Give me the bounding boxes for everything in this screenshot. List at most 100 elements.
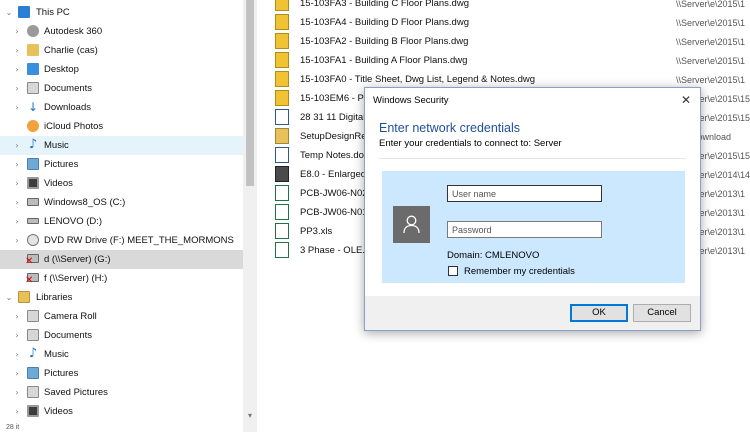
user-folder-icon [27, 44, 39, 56]
ok-button[interactable]: OK [570, 304, 628, 322]
nav-item-label: Videos [44, 178, 73, 189]
status-bar-item-count: 28 it [6, 424, 20, 431]
nav-item-charlie[interactable]: › Charlie (cas) [0, 41, 243, 60]
nav-item-pictures-library[interactable]: › Pictures [0, 364, 243, 383]
chevron-right-icon[interactable]: › [12, 178, 22, 188]
file-row[interactable]: 15-103FA1 - Building A Floor Plans.dwg \… [272, 51, 750, 70]
nav-item-music-library[interactable]: › ♪ Music [0, 345, 243, 364]
videos-folder-icon [27, 177, 39, 189]
file-name: PCB-JW06-N02. [300, 188, 371, 199]
desktop-folder-icon [27, 63, 39, 75]
user-avatar-icon [393, 206, 430, 243]
domain-label: Domain: CMLENOVO [447, 250, 540, 261]
chevron-right-icon[interactable]: › [12, 64, 22, 74]
chevron-right-icon[interactable]: › [12, 102, 22, 112]
videos-library-icon [27, 405, 39, 417]
chevron-right-icon[interactable]: › [12, 387, 22, 397]
file-row[interactable]: 15-103FA2 - Building B Floor Plans.dwg \… [272, 32, 750, 51]
dwg-file-icon [275, 33, 289, 49]
file-name: E8.0 - Enlarged [300, 169, 367, 180]
username-field[interactable] [447, 185, 602, 202]
remember-credentials-checkbox[interactable] [448, 266, 458, 276]
chevron-right-icon[interactable]: › [12, 140, 22, 150]
scroll-down-arrow-icon[interactable]: ▾ [243, 408, 257, 422]
chevron-right-icon[interactable]: › [12, 45, 22, 55]
nav-item-label: Pictures [44, 368, 79, 379]
scrollbar-thumb[interactable] [246, 0, 254, 186]
file-location: \\Server\e\2015\1 [676, 17, 746, 28]
nav-item-desktop[interactable]: › Desktop [0, 60, 243, 79]
nav-item-c-drive[interactable]: › Windows8_OS (C:) [0, 193, 243, 212]
downloads-folder-icon: ↓ [27, 100, 39, 114]
excel-file-icon [275, 242, 289, 258]
nav-item-libraries[interactable]: ⌄ Libraries [0, 288, 243, 307]
remember-credentials-label[interactable]: Remember my credentials [464, 266, 575, 277]
file-location: \\Server\e\2015\1 [676, 0, 746, 9]
zip-file-icon [275, 166, 289, 182]
windows-security-dialog: Windows Security ✕ Enter network credent… [364, 87, 701, 331]
nav-item-label: LENOVO (D:) [44, 216, 103, 227]
file-name: 15-103EM6 - Po [300, 93, 370, 104]
nav-item-documents[interactable]: › Documents [0, 79, 243, 98]
nav-item-d-drive[interactable]: › LENOVO (D:) [0, 212, 243, 231]
dwg-file-icon [275, 0, 289, 11]
nav-item-documents-library[interactable]: › Documents [0, 326, 243, 345]
nav-item-label: Windows8_OS (C:) [44, 197, 126, 208]
chevron-right-icon[interactable]: › [12, 216, 22, 226]
file-name: 15-103FA2 - Building B Floor Plans.dwg [300, 36, 469, 47]
nav-item-camera-roll[interactable]: › Camera Roll [0, 307, 243, 326]
chevron-down-icon[interactable]: ⌄ [4, 7, 14, 17]
chevron-right-icon[interactable]: › [12, 83, 22, 93]
nav-item-label: This PC [36, 7, 70, 18]
nav-item-videos[interactable]: › Videos [0, 174, 243, 193]
nav-item-label: iCloud Photos [44, 121, 104, 132]
drive-icon [27, 218, 39, 224]
nav-item-label: d (\\Server) (G:) [44, 254, 111, 265]
nav-item-label: Autodesk 360 [44, 26, 103, 37]
file-name: 28 31 11 Digital, [300, 112, 368, 123]
dvd-drive-icon [27, 234, 39, 246]
nav-item-h-drive[interactable]: ✕ f (\\Server) (H:) [0, 269, 243, 288]
nav-item-label: Charlie (cas) [44, 45, 98, 56]
nav-item-icloud-photos[interactable]: iCloud Photos [0, 117, 243, 136]
chevron-right-icon[interactable]: › [12, 368, 22, 378]
nav-item-dvd-drive[interactable]: › DVD RW Drive (F:) MEET_THE_MORMONS [0, 231, 243, 250]
chevron-right-icon[interactable]: › [12, 406, 22, 416]
nav-item-music[interactable]: › ♪ Music [0, 136, 243, 155]
dwg-file-icon [275, 71, 289, 87]
chevron-right-icon[interactable]: › [12, 349, 22, 359]
nav-item-pictures[interactable]: › Pictures [0, 155, 243, 174]
close-icon[interactable]: ✕ [678, 92, 694, 108]
nav-scrollbar[interactable]: ▾ [243, 0, 257, 432]
file-location: \\Server\e\2015\1 [676, 74, 746, 85]
nav-item-label: Desktop [44, 64, 79, 75]
windows-drive-icon [27, 198, 39, 206]
setup-file-icon [275, 128, 289, 144]
file-name: SetupDesignRev [300, 131, 372, 142]
chevron-right-icon[interactable]: › [12, 197, 22, 207]
file-location: \\Server\e\2015\1 [676, 36, 746, 47]
nav-item-g-drive[interactable]: ✕ d (\\Server) (G:) [0, 250, 243, 269]
password-field[interactable] [447, 221, 602, 238]
cancel-button[interactable]: Cancel [633, 304, 691, 322]
chevron-right-icon[interactable]: › [12, 235, 22, 245]
nav-item-videos-library[interactable]: › Videos [0, 402, 243, 421]
music-library-icon: ♪ [28, 346, 38, 361]
chevron-right-icon[interactable]: › [12, 159, 22, 169]
file-name: 3 Phase - OLE.xl [300, 245, 372, 256]
file-name: 15-103FA1 - Building A Floor Plans.dwg [300, 55, 468, 66]
file-row[interactable]: 15-103FA3 - Building C Floor Plans.dwg \… [272, 0, 750, 13]
chevron-right-icon[interactable]: › [12, 330, 22, 340]
file-name: Temp Notes.doc [300, 150, 369, 161]
file-location: \\Server\e\2015\1 [676, 55, 746, 66]
file-row[interactable]: 15-103FA4 - Building D Floor Plans.dwg \… [272, 13, 750, 32]
chevron-down-icon[interactable]: ⌄ [4, 292, 14, 302]
divider [379, 158, 686, 159]
chevron-right-icon[interactable]: › [12, 26, 22, 36]
nav-item-downloads[interactable]: › ↓ Downloads [0, 98, 243, 117]
nav-item-this-pc[interactable]: ⌄ This PC [0, 3, 243, 22]
nav-item-autodesk-360[interactable]: › Autodesk 360 [0, 22, 243, 41]
nav-item-saved-pictures[interactable]: › Saved Pictures [0, 383, 243, 402]
chevron-right-icon[interactable]: › [12, 311, 22, 321]
disconnected-x-icon: ✕ [25, 256, 34, 267]
